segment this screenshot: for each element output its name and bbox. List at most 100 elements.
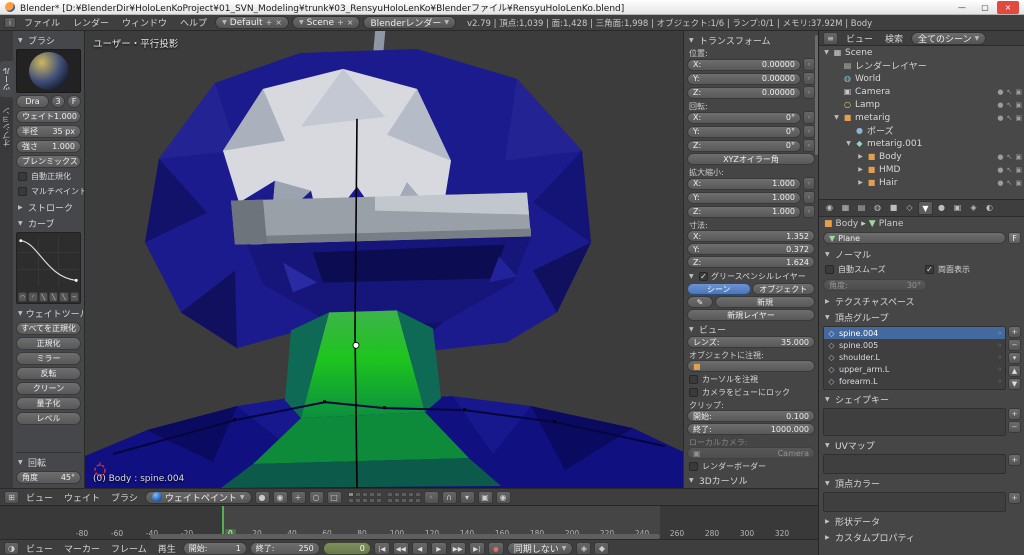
viewport-shading-dropdown[interactable]: ● [254,490,270,504]
lock-icon[interactable]: ◦ [803,205,815,218]
lock-icon[interactable]: ◦ [803,125,815,138]
add-vertex-group-button[interactable]: + [1008,326,1021,338]
vertex-group-item[interactable]: ◇ forearm.L ◦ [824,375,1005,387]
play-reverse-button[interactable]: ◀ [411,541,428,555]
auto-normalize-checkbox[interactable]: 自動正規化 [16,170,81,183]
tab-options[interactable]: オプション [0,101,13,153]
mesh-name-field[interactable]: ▼ Plane [823,232,1006,244]
lock-icon[interactable]: ◦ [803,58,815,71]
vertex-group-item[interactable]: ◇ spine.005 ◦ [824,339,1005,351]
clip-end-field[interactable]: 終了: 1000.000 [687,423,815,435]
invert-button[interactable]: 反転 [16,367,81,380]
tab-scene[interactable]: ▤ [854,201,869,215]
lock-object-field[interactable]: ■ [687,360,815,372]
panel-vertex-groups[interactable]: ▼ 頂点グループ [823,310,1021,324]
maximize-button[interactable]: ▢ [974,1,996,14]
outliner-row-camera[interactable]: ▣ Camera ● ↖ ▣ [819,85,1024,98]
play-button[interactable]: ▶ [430,541,447,555]
info-editor-icon[interactable]: i [4,17,16,28]
dimension-z-field[interactable]: Z: 1.624 [687,256,815,268]
view-menu[interactable]: ビュー [22,491,57,504]
move-group-down-button[interactable]: ▼ [1008,378,1021,390]
lock-icon[interactable]: ◦ [997,329,1002,338]
selectability-icon[interactable]: ↖ [1007,114,1013,122]
outliner-row-scene[interactable]: ▼ ▦ Scene [819,46,1024,59]
strength-slider[interactable]: 強さ 1.000 [16,140,81,153]
menu-file[interactable]: ファイル [19,16,65,29]
local-camera-field[interactable]: ▣ Camera [687,447,815,459]
timeline-editor-icon[interactable]: ◑ [4,541,19,555]
layers-grid[interactable] [347,491,421,503]
manipulator-translate-icon[interactable]: + [290,490,306,504]
panel-3d-cursor[interactable]: ▼ 3Dカーソル [687,473,815,487]
outliner-search-menu[interactable]: 検索 [881,32,907,45]
lock-icon[interactable]: ◦ [997,341,1002,350]
selectability-icon[interactable]: ↖ [1007,88,1013,96]
add-uv-map-button[interactable]: + [1008,454,1021,466]
visibility-eye-icon[interactable]: ● [997,114,1003,122]
panel-view[interactable]: ▼ ビュー [687,322,815,336]
editor-type-icon[interactable]: ≡ [823,31,838,45]
outliner-row-hmd[interactable]: ▶ ■ HMD ● ↖ ▣ [819,163,1024,176]
sync-mode-dropdown[interactable]: 同期しない ▼ [506,541,574,555]
outliner-view-menu[interactable]: ビュー [842,32,877,45]
fake-user-button[interactable]: F [1008,232,1021,244]
brush-name-field[interactable]: Dra [16,95,49,108]
scale-x-field[interactable]: X: 1.000 [687,177,801,190]
checkbox-icon[interactable]: ✓ [699,271,708,281]
selectability-icon[interactable]: ↖ [1007,153,1013,161]
lock-cursor-checkbox[interactable]: カーソルを注視 [687,373,815,386]
pivot-point-dropdown[interactable]: ◉ [272,490,288,504]
vertex-group-item[interactable]: ◇ shoulder.L ◦ [824,351,1005,363]
jump-to-start-button[interactable]: |◀ [373,541,390,555]
blend-mode-dropdown[interactable]: ブレン ミックス [16,155,81,168]
add-vertex-color-button[interactable]: + [1008,492,1021,504]
lock-icon[interactable]: ◦ [803,111,815,124]
vertex-group-item[interactable]: ◇ upper_arm.L ◦ [824,363,1005,375]
keying-set-icon[interactable]: ◈ [576,541,592,555]
renderability-icon[interactable]: ▣ [1015,101,1022,109]
multi-paint-checkbox[interactable]: マルチペイント [16,185,84,198]
visibility-eye-icon[interactable]: ● [997,153,1003,161]
close-button[interactable]: × [997,0,1019,14]
tab-object[interactable]: ■ [886,201,901,215]
curve-preset-smooth-icon[interactable]: ◠ [18,292,28,302]
tab-tools[interactable]: ツール [0,61,13,97]
screen-layout-selector[interactable]: ▼ Default + × [215,16,289,29]
clip-start-field[interactable]: 開始: 0.100 [687,410,815,422]
expand-icon[interactable]: ▼ [823,49,830,56]
weight-slider[interactable]: ウェイト 1.000 [16,110,81,123]
dimension-y-field[interactable]: Y: 0.372 [687,243,815,255]
remove-shape-key-button[interactable]: − [1008,421,1021,433]
lock-icon[interactable]: ◦ [803,139,815,152]
panel-normals[interactable]: ▼ ノーマル [823,247,1021,261]
mode-selector[interactable]: ウェイトペイント ▼ [144,490,252,504]
vertex-groups-list[interactable]: ◇ spine.004 ◦ ◇ spine.005 ◦ ◇ shoulder.L ◦ ◇ up… [823,326,1006,390]
frame-start-field[interactable]: 開始: 1 [182,541,247,555]
menu-window[interactable]: ウィンドウ [117,16,172,29]
radius-slider[interactable]: 半径 35 px [16,125,81,138]
lock-icon[interactable]: ◦ [997,377,1002,386]
normalize-all-button[interactable]: すべてを正規化 [16,322,81,335]
outliner-row-body[interactable]: ▶ ■ Body ● ↖ ▣ [819,150,1024,163]
panel-geometry-data[interactable]: ▶ 形状データ [823,514,1021,528]
tab-particles[interactable]: ◈ [966,201,981,215]
lock-icon[interactable]: ◦ [803,191,815,204]
selectability-icon[interactable]: ↖ [1007,179,1013,187]
selectability-icon[interactable]: ↖ [1007,101,1013,109]
curve-preset-sphere-icon[interactable]: ◜ [28,292,38,302]
editor-type-icon[interactable]: ⊞ [4,490,19,504]
add-scene-button[interactable]: + [337,18,344,27]
renderability-icon[interactable]: ▣ [1015,88,1022,96]
tab-render-layers[interactable]: ▦ [838,201,853,215]
double-sided-checkbox[interactable]: ✓ 両面表示 [923,263,1021,276]
timeline-view-menu[interactable]: ビュー [22,542,57,555]
breadcrumb-data[interactable]: Plane [879,219,904,229]
rotation-z-field[interactable]: Z: 0° [687,139,801,152]
expand-icon[interactable]: ▶ [857,166,864,173]
current-frame-field[interactable]: 0 [322,541,371,555]
outliner-row-lamp[interactable]: ○ Lamp ● ↖ ▣ [819,98,1024,111]
rotate-angle-field[interactable]: 角度 45° [16,471,81,484]
expand-icon[interactable]: ▶ [857,179,864,186]
lock-camera-checkbox[interactable]: カメラをビューにロック [687,386,815,399]
